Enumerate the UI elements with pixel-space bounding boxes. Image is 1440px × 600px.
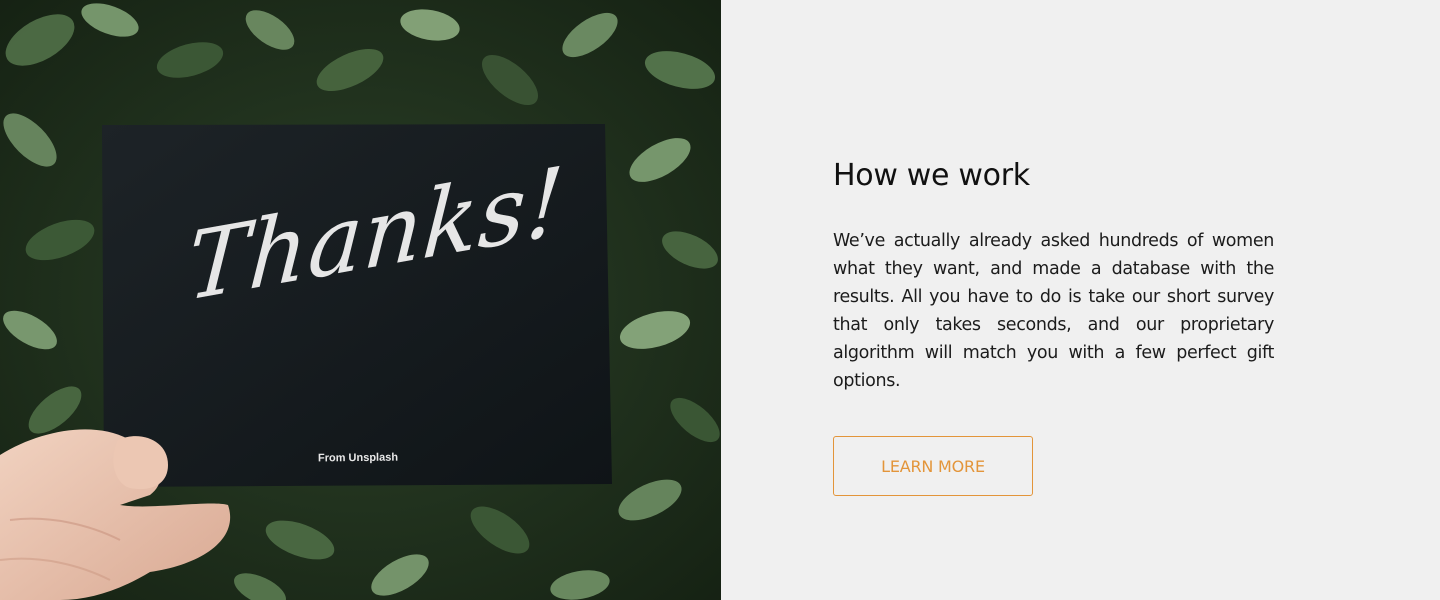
content-panel: How we work We’ve actually already asked…	[721, 0, 1440, 600]
photo-illustration	[0, 0, 721, 600]
how-we-work-section: Thanks! From Unsplash How we work We’ve …	[0, 0, 1440, 600]
section-description: We’ve actually already asked hundreds of…	[833, 231, 1274, 391]
section-heading: How we work	[833, 158, 1030, 193]
thanks-card	[102, 124, 612, 487]
thanks-card-photo: Thanks! From Unsplash	[0, 0, 721, 600]
learn-more-button[interactable]: LEARN MORE	[833, 436, 1033, 496]
